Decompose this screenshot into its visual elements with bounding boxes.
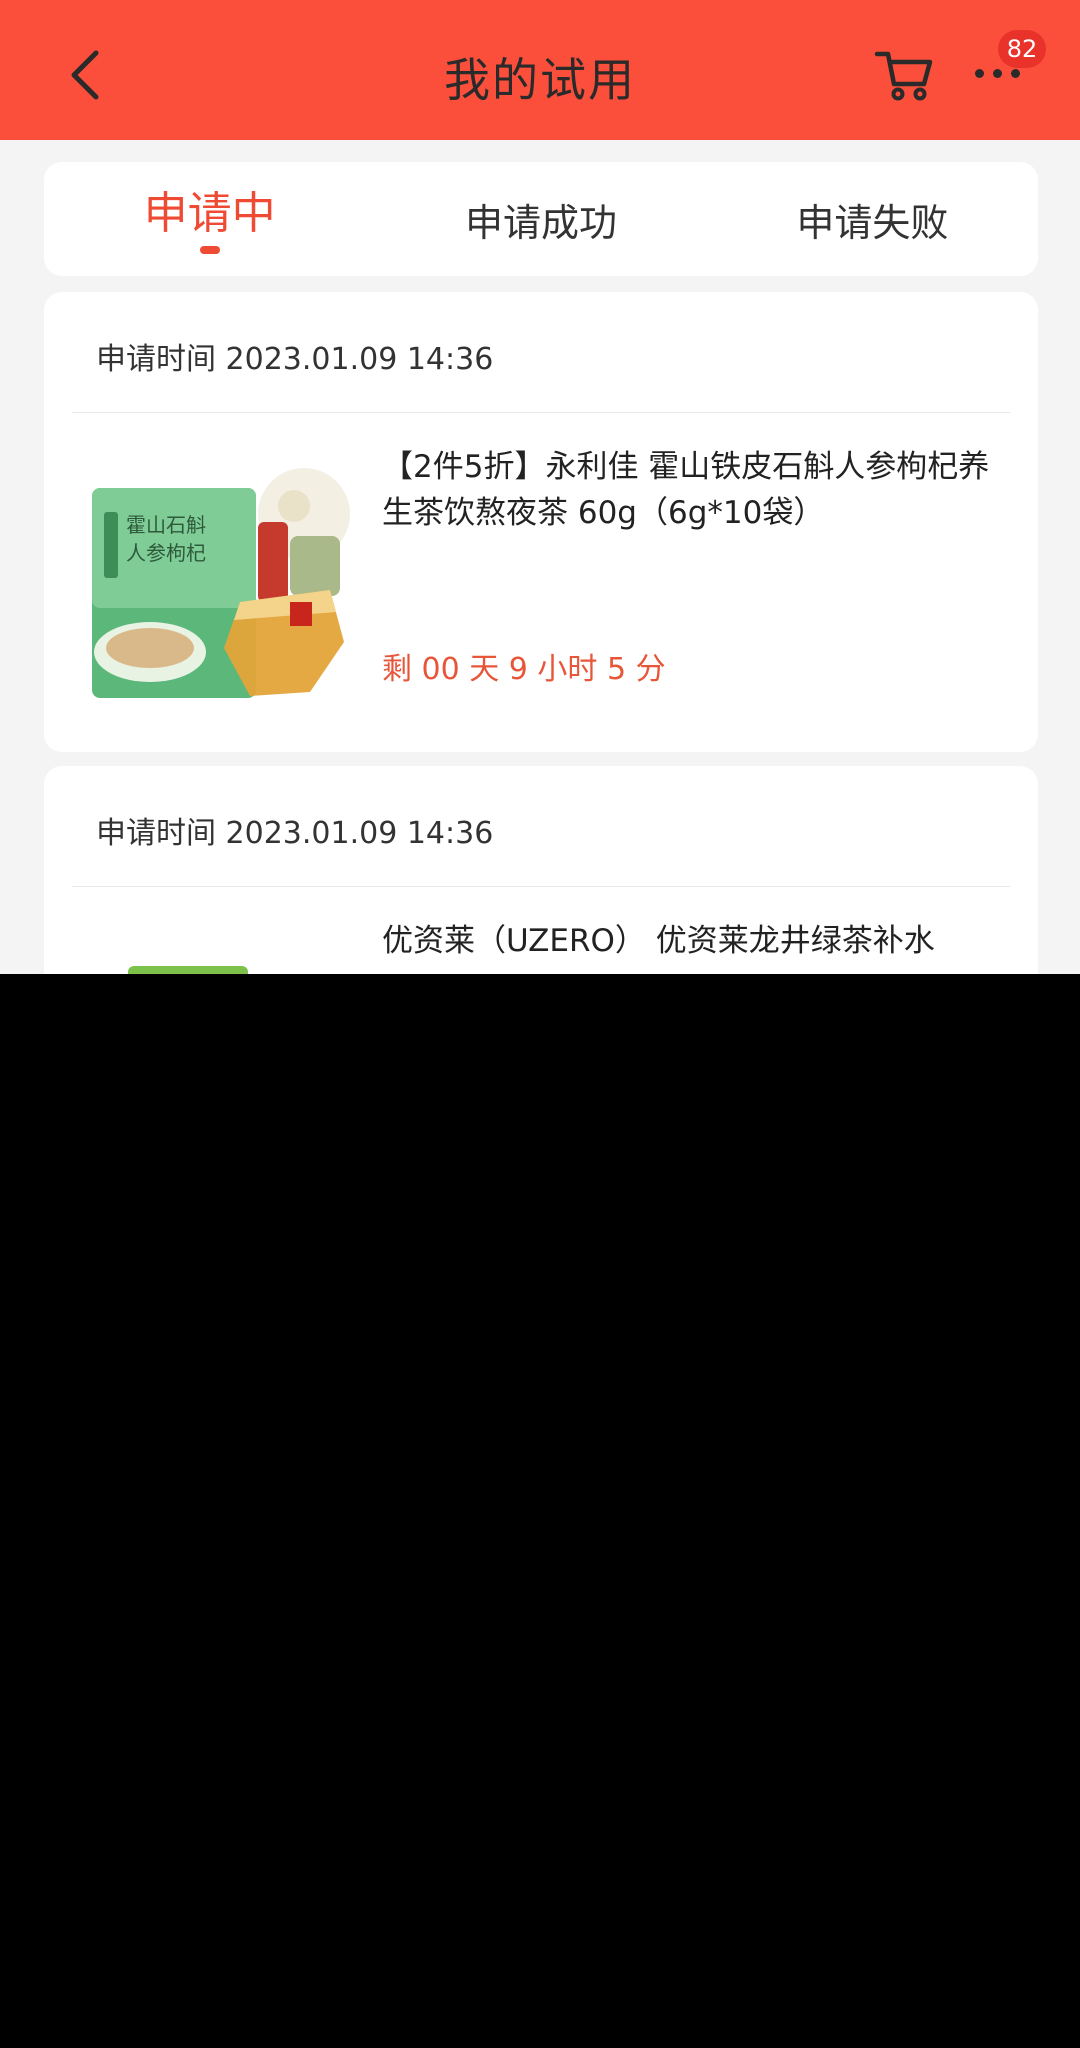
trial-card[interactable]: 申请时间 2023.01.09 14:36 优资莱（UZERO） 优资莱龙井绿茶… [44, 766, 1038, 974]
top-nav-bar: 我的试用 82 [0, 0, 1080, 140]
svg-text:霍山石斛: 霍山石斛 [126, 513, 206, 537]
tab-label: 申请失败 [796, 200, 949, 245]
product-thumbnail-image[interactable] [128, 966, 248, 974]
blank-area [0, 974, 1080, 2048]
svg-text:人参枸杞: 人参枸杞 [126, 541, 206, 565]
more-dot-icon [974, 68, 984, 78]
tab-applying[interactable]: 申请中 [44, 162, 375, 276]
divider [72, 886, 1010, 887]
product-name[interactable]: 优资莱（UZERO） 优资莱龙井绿茶补水 [382, 918, 1002, 964]
divider [72, 412, 1010, 413]
more-dot-icon [1010, 68, 1020, 78]
status-tab-bar: 申请中 申请成功 申请失败 [44, 162, 1038, 276]
message-count-badge: 82 [998, 30, 1046, 68]
shopping-cart-icon [874, 51, 933, 101]
cart-button[interactable] [872, 42, 938, 108]
more-dot-icon [992, 68, 1002, 78]
tab-apply-failed[interactable]: 申请失败 [707, 162, 1038, 276]
apply-time: 申请时间 2023.01.09 14:36 [96, 816, 494, 851]
tab-label: 申请中 [143, 188, 276, 239]
tab-apply-success[interactable]: 申请成功 [375, 162, 706, 276]
apply-time: 申请时间 2023.01.09 14:36 [96, 342, 494, 377]
trial-card[interactable]: 申请时间 2023.01.09 14:36 霍山石斛 人参枸杞 【2件5折】永利… [44, 292, 1038, 752]
trial-list-screen: 我的试用 82 申请中 申请成功 申请失败 申请时间 2023.01.09 14… [0, 0, 1080, 974]
countdown-timer: 剩 00 天 9 小时 5 分 [382, 652, 666, 687]
active-tab-indicator [199, 246, 220, 254]
tab-label: 申请成功 [464, 200, 617, 245]
product-name[interactable]: 【2件5折】永利佳 霍山铁皮石斛人参枸杞养生茶饮熬夜茶 60g（6g*10袋） [382, 444, 1002, 536]
product-tea-package-image[interactable]: 霍山石斛 人参枸杞 [90, 452, 350, 712]
